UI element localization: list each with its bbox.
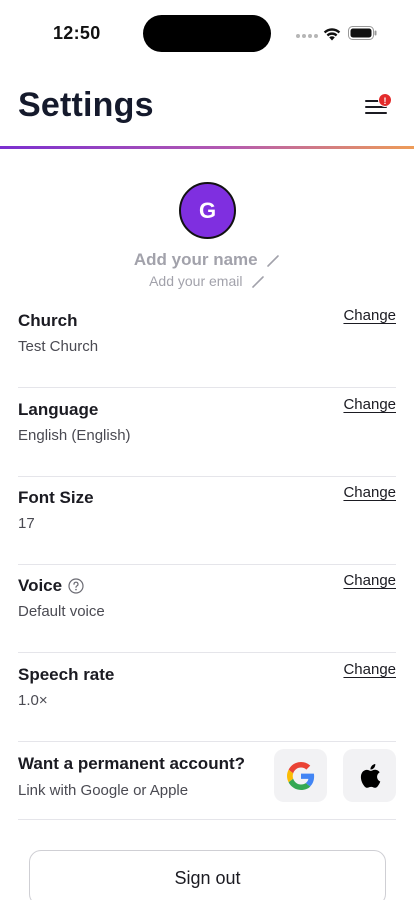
google-icon bbox=[286, 761, 314, 790]
google-signin-button[interactable] bbox=[274, 749, 327, 802]
status-time: 12:50 bbox=[53, 23, 101, 43]
setting-title: Language bbox=[18, 400, 99, 419]
setting-value: 1.0× bbox=[18, 692, 48, 709]
status-bar: 12:50 bbox=[0, 0, 414, 66]
account-title: Want a permanent account? bbox=[18, 754, 246, 773]
header-divider bbox=[0, 146, 414, 149]
setting-value: English (English) bbox=[18, 427, 131, 444]
sign-out-button[interactable]: Sign out bbox=[29, 850, 386, 900]
setting-value: Test Church bbox=[18, 338, 99, 355]
notification-badge: ! bbox=[378, 93, 392, 107]
change-church-button[interactable]: Change bbox=[343, 307, 396, 324]
wifi-icon bbox=[323, 28, 341, 41]
menu-button[interactable]: ! bbox=[358, 90, 398, 126]
setting-title: Voice bbox=[18, 576, 63, 595]
change-language-button[interactable]: Change bbox=[343, 396, 396, 413]
setting-row-language: Language English (English) Change bbox=[18, 389, 396, 477]
setting-title: Font Size bbox=[18, 488, 94, 507]
setting-row-voice: Voice Default voice Change bbox=[18, 565, 396, 653]
name-placeholder[interactable]: Add your name bbox=[134, 250, 258, 269]
change-speech-rate-button[interactable]: Change bbox=[343, 661, 396, 678]
edit-email-icon[interactable] bbox=[251, 275, 265, 289]
setting-title: Speech rate bbox=[18, 665, 115, 684]
cellular-signal-icon bbox=[296, 34, 318, 40]
change-font-size-button[interactable]: Change bbox=[343, 484, 396, 501]
change-voice-button[interactable]: Change bbox=[343, 572, 396, 589]
setting-title: Church bbox=[18, 311, 78, 330]
page-title: Settings bbox=[18, 86, 154, 124]
dynamic-island bbox=[143, 15, 271, 52]
account-link-row: Want a permanent account? Link with Goog… bbox=[18, 731, 396, 820]
help-icon[interactable] bbox=[68, 578, 84, 594]
apple-signin-button[interactable] bbox=[343, 749, 396, 802]
name-row[interactable]: Add your name bbox=[0, 250, 414, 270]
setting-row-speech-rate: Speech rate 1.0× Change bbox=[18, 654, 396, 742]
header: Settings ! bbox=[0, 70, 414, 150]
setting-row-font-size: Font Size 17 Change bbox=[18, 477, 396, 565]
avatar[interactable]: G bbox=[179, 182, 236, 239]
apple-icon bbox=[360, 763, 380, 788]
account-subtitle: Link with Google or Apple bbox=[18, 782, 189, 799]
edit-name-icon[interactable] bbox=[266, 254, 280, 268]
setting-value: Default voice bbox=[18, 603, 105, 620]
setting-value: 17 bbox=[18, 515, 35, 532]
email-row[interactable]: Add your email bbox=[0, 273, 414, 291]
battery-icon bbox=[348, 26, 377, 40]
setting-row-church: Church Test Church Change bbox=[18, 300, 396, 388]
voice-title: Voice bbox=[18, 576, 84, 596]
email-placeholder[interactable]: Add your email bbox=[149, 273, 242, 289]
